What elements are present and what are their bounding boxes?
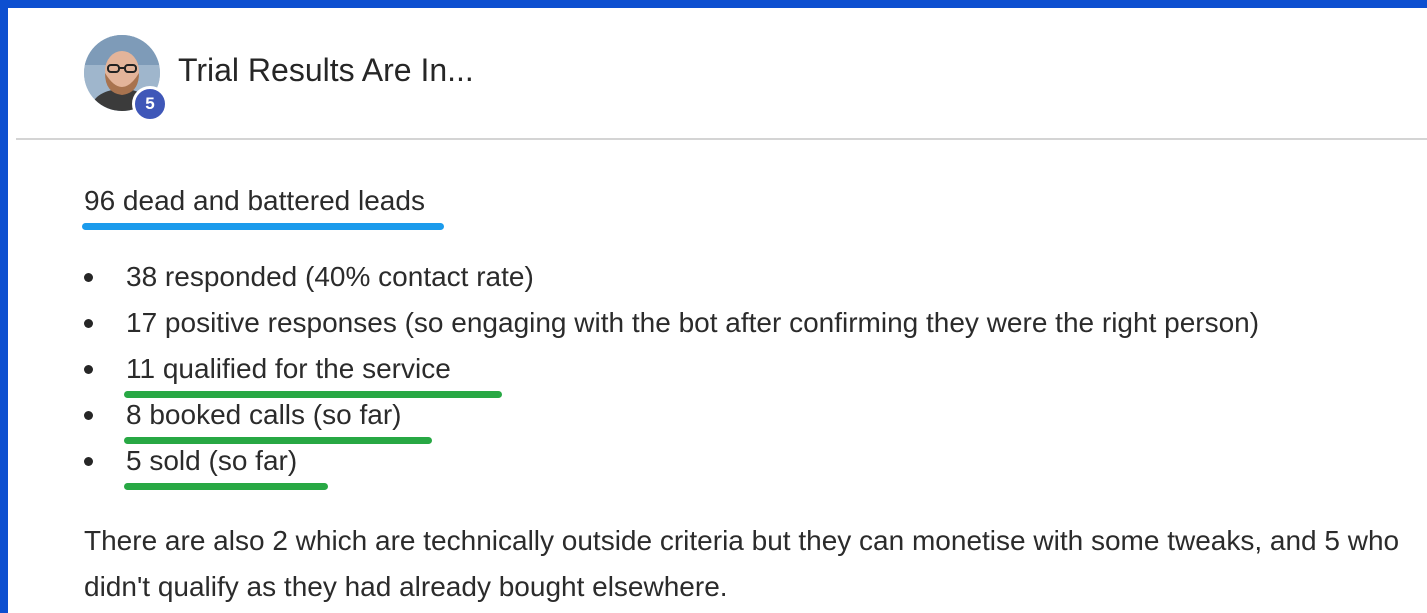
- list-item: 38 responded (40% contact rate): [84, 254, 1424, 300]
- post-body: 96 dead and battered leads 38 responded …: [82, 178, 1424, 610]
- list-item-label: 5 sold (so far): [126, 445, 298, 476]
- summary-paragraph: There are also 2 which are technically o…: [84, 525, 1400, 602]
- results-list: 38 responded (40% contact rate) 17 posit…: [84, 254, 1424, 490]
- list-item-text: 5 sold (so far): [124, 438, 328, 490]
- lead-line: 96 dead and battered leads: [82, 178, 444, 230]
- lead-text: 96 dead and battered leads: [84, 185, 425, 216]
- post-card: 5 Trial Results Are In... 96 dead and ba…: [0, 0, 1427, 613]
- lead-underline: [82, 223, 444, 230]
- list-item: 5 sold (so far): [84, 438, 1424, 490]
- list-item-label: 8 booked calls (so far): [126, 399, 402, 430]
- list-item-text: 38 responded (40% contact rate): [126, 261, 534, 292]
- bullet-icon: [84, 411, 93, 420]
- post-header: 5 Trial Results Are In...: [16, 16, 1427, 140]
- post-title[interactable]: Trial Results Are In...: [178, 52, 474, 89]
- list-item-text: 8 booked calls (so far): [124, 392, 432, 444]
- bullet-icon: [84, 319, 93, 328]
- list-item: 8 booked calls (so far): [84, 392, 1424, 444]
- bullet-icon: [84, 457, 93, 466]
- item-underline: [124, 483, 328, 490]
- author-level-badge: 5: [132, 86, 168, 122]
- bullet-icon: [84, 273, 93, 282]
- list-item: 17 positive responses (so engaging with …: [84, 300, 1424, 346]
- list-item-text: 11 qualified for the service: [124, 346, 502, 398]
- bullet-icon: [84, 365, 93, 374]
- list-item-text: 17 positive responses (so engaging with …: [126, 307, 1260, 338]
- list-item-label: 11 qualified for the service: [126, 353, 451, 384]
- list-item: 11 qualified for the service: [84, 346, 1424, 398]
